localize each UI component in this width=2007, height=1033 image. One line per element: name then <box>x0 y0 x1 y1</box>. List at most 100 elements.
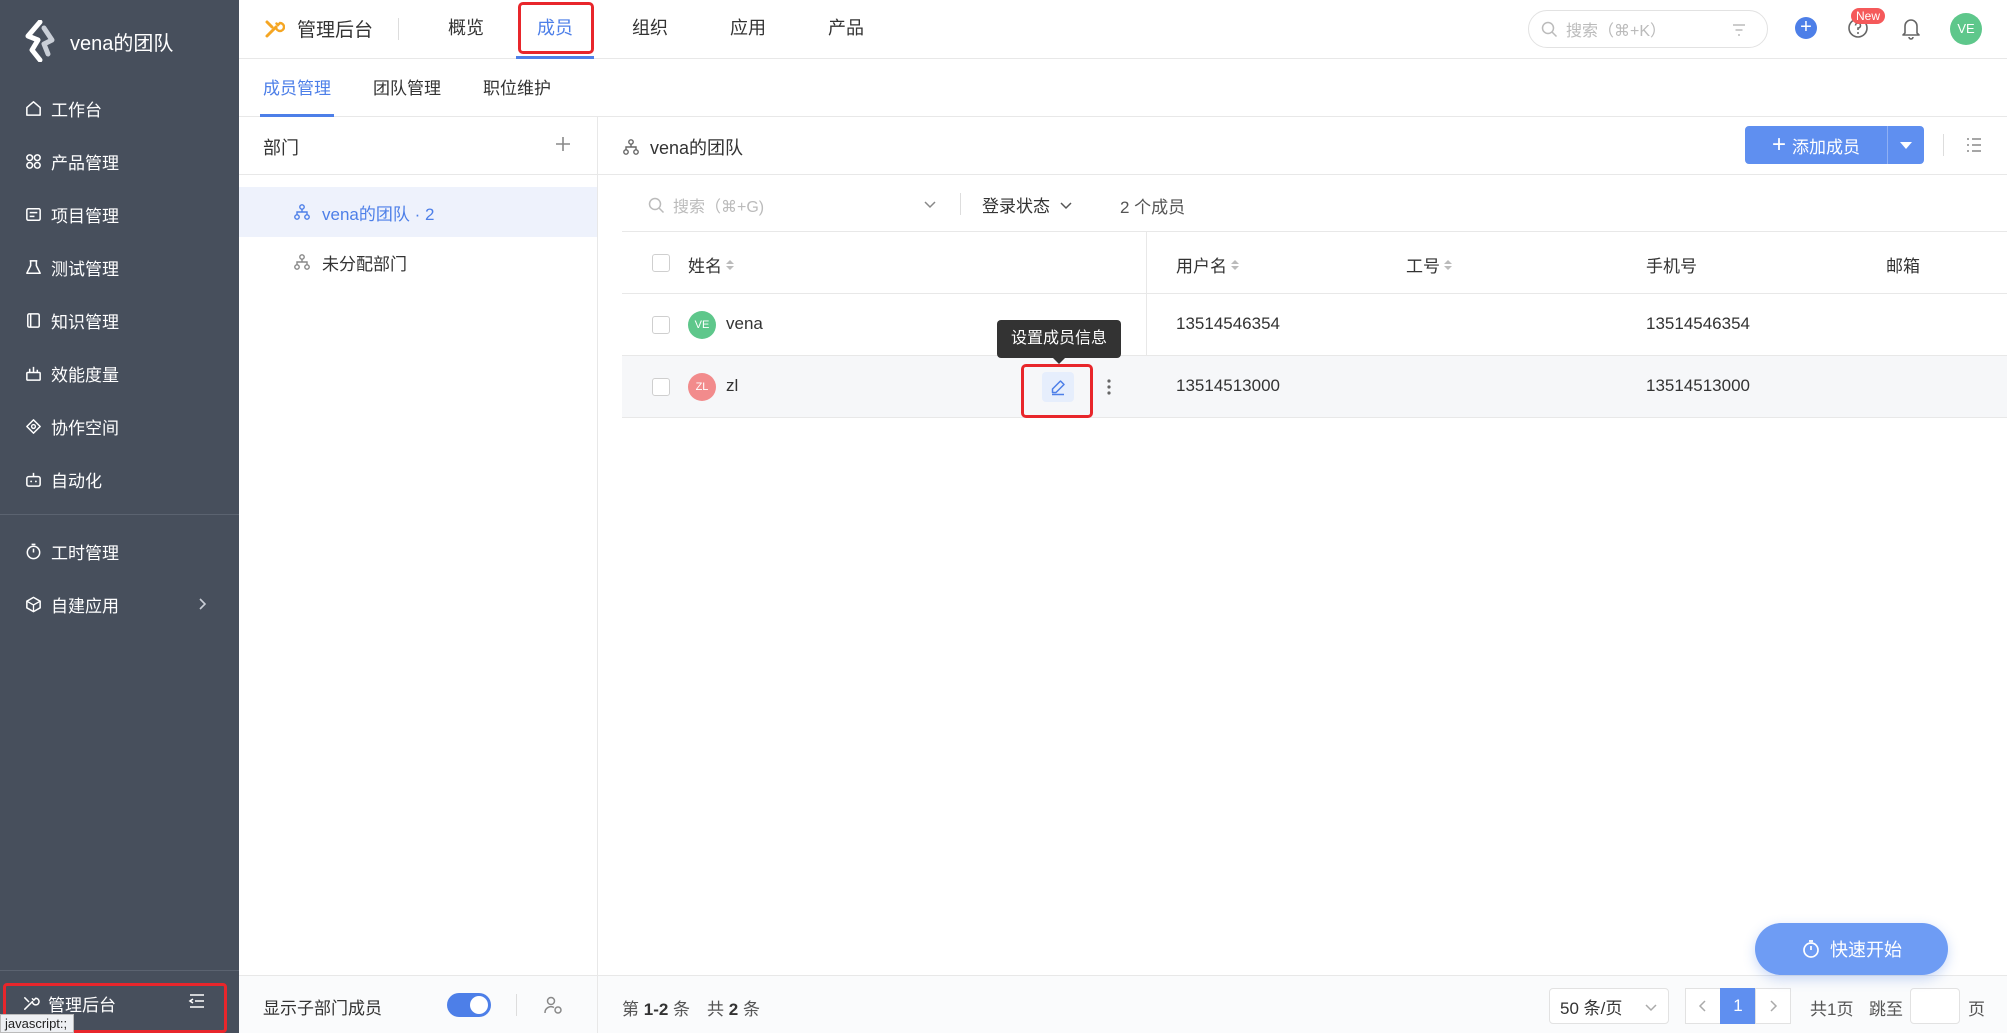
team-name: vena的团队 <box>70 32 174 55</box>
sidebar-item-workbench[interactable]: 工作台 <box>0 82 239 135</box>
column-header-label: 邮箱 <box>1886 257 1920 276</box>
user-settings-icon[interactable] <box>542 994 564 1016</box>
member-username: 13514546354 <box>1176 314 1281 333</box>
brand[interactable]: vena的团队 <box>22 20 173 62</box>
filter-divider <box>960 193 961 215</box>
chevron-right-icon <box>199 598 207 610</box>
project-icon <box>23 205 43 225</box>
table-header: 姓名 用户名 工号 手机号 邮箱 <box>622 232 2007 294</box>
page-size-select[interactable]: 50 条/页 <box>1549 988 1669 1024</box>
sidebar-item-collab[interactable]: 协作空间 <box>0 400 239 453</box>
book-icon <box>23 311 43 331</box>
sidebar-item-label: 工时管理 <box>51 544 119 563</box>
grid-icon <box>23 152 43 172</box>
admin-console-label: 管理后台 <box>48 996 116 1015</box>
jump-to-suffix: 页 <box>1968 1000 1985 1019</box>
subtab-team-management[interactable]: 团队管理 <box>373 59 441 117</box>
global-search-input[interactable]: 搜索（⌘+K） <box>1528 10 1768 48</box>
add-member-dropdown[interactable] <box>1888 141 1924 149</box>
sort-icon <box>726 259 734 270</box>
prev-page-button[interactable] <box>1685 988 1721 1024</box>
member-name: zl <box>726 376 739 395</box>
column-header-username[interactable]: 用户名 <box>1176 252 1239 277</box>
chevron-right-icon <box>1770 1000 1778 1012</box>
sidebar-item-timesheet[interactable]: 工时管理 <box>0 525 239 578</box>
add-member-button[interactable]: + 添加成员 <box>1745 126 1924 164</box>
tab-products[interactable]: 产品 <box>816 0 876 59</box>
brand-logo-icon <box>25 20 55 62</box>
subtab-label: 成员管理 <box>263 79 331 98</box>
sidebar-divider <box>0 514 239 515</box>
tools-icon <box>265 20 285 37</box>
sidebar-item-metrics[interactable]: 效能度量 <box>0 347 239 400</box>
show-sub-dept-toggle[interactable] <box>447 993 491 1017</box>
tab-overview[interactable]: 概览 <box>436 0 496 59</box>
collapse-sidebar-icon[interactable] <box>187 991 207 1011</box>
create-icon[interactable]: + <box>1795 17 1817 39</box>
select-all-checkbox[interactable] <box>652 254 670 272</box>
sidebar-item-label: 项目管理 <box>51 207 119 226</box>
view-divider <box>1943 134 1944 156</box>
department-divider <box>239 174 598 175</box>
chart-icon <box>23 364 43 384</box>
user-avatar[interactable]: VE <box>1950 13 1982 45</box>
cube-icon <box>23 595 43 615</box>
sidebar-item-label: 协作空间 <box>51 419 119 438</box>
department-item-team[interactable]: vena的团队 · 2 <box>239 187 597 237</box>
table-row[interactable]: ZL zl 13514513000 13514513000 <box>622 356 2007 418</box>
row-checkbox[interactable] <box>652 316 670 334</box>
tab-label: 概览 <box>448 18 484 38</box>
sidebar-item-project[interactable]: 项目管理 <box>0 188 239 241</box>
pagination-info: 第 1-2 条 共 2 条 <box>622 995 760 1020</box>
bell-icon[interactable] <box>1900 16 1922 40</box>
add-member-main[interactable]: + 添加成员 <box>1745 126 1888 164</box>
add-member-label: 添加成员 <box>1792 137 1860 157</box>
subtab-position-maintenance[interactable]: 职位维护 <box>483 59 551 117</box>
list-view-icon[interactable] <box>1964 135 1984 155</box>
sidebar-item-testing[interactable]: 测试管理 <box>0 241 239 294</box>
member-count: 2 个成员 <box>1120 198 1186 217</box>
column-header-label: 工号 <box>1406 257 1440 276</box>
add-department-icon[interactable] <box>553 134 573 154</box>
department-panel: 部门 vena的团队 · 2 未分配部门 显示子部门成员 <box>239 117 598 1033</box>
department-item-unassigned[interactable]: 未分配部门 <box>239 237 597 287</box>
admin-console-link[interactable]: 管理后台 <box>21 991 116 1016</box>
member-search-input[interactable]: 搜索（⌘+G) <box>648 193 764 217</box>
more-options-icon[interactable] <box>1105 375 1113 399</box>
page-button-current[interactable]: 1 <box>1720 988 1756 1024</box>
sub-tabs: 成员管理 团队管理 职位维护 <box>239 59 2007 117</box>
top-header: 管理后台 概览 成员 组织 应用 产品 搜索（⌘+K） + New VE <box>239 0 2007 59</box>
main-title-text: vena的团队 <box>650 138 744 158</box>
edit-button-highlight-box <box>1021 364 1093 418</box>
subtab-member-management[interactable]: 成员管理 <box>260 59 334 117</box>
column-header-label: 手机号 <box>1646 257 1697 276</box>
sidebar-item-knowledge[interactable]: 知识管理 <box>0 294 239 347</box>
next-page-button[interactable] <box>1755 988 1791 1024</box>
sidebar-item-product[interactable]: 产品管理 <box>0 135 239 188</box>
login-status-filter[interactable]: 登录状态 <box>982 192 1074 217</box>
filter-bar: 搜索（⌘+G) 登录状态 2 个成员 <box>622 175 2007 232</box>
search-icon <box>648 197 665 213</box>
pager-range: 1-2 <box>643 1000 669 1019</box>
sort-icon <box>1231 259 1239 270</box>
sidebar-item-label: 效能度量 <box>51 366 119 385</box>
tab-organization[interactable]: 组织 <box>620 0 680 59</box>
tab-label: 组织 <box>632 18 668 38</box>
jump-to-page-input[interactable] <box>1910 988 1960 1024</box>
row-checkbox[interactable] <box>652 378 670 396</box>
sidebar-item-label: 测试管理 <box>51 260 119 279</box>
column-header-employee-id[interactable]: 工号 <box>1406 252 1452 277</box>
filter-icon[interactable] <box>1731 22 1747 38</box>
member-username: 13514513000 <box>1176 376 1281 395</box>
quick-start-button[interactable]: 快速开始 <box>1755 923 1948 975</box>
sidebar-item-automation[interactable]: 自动化 <box>0 453 239 506</box>
column-header-name[interactable]: 姓名 <box>688 252 734 277</box>
login-status-label: 登录状态 <box>982 197 1050 216</box>
table-row[interactable]: VE vena 13514546354 13514546354 <box>622 294 2007 356</box>
main-title: vena的团队 <box>622 134 743 160</box>
chevron-down-icon[interactable] <box>922 196 938 212</box>
header-divider <box>398 18 399 40</box>
sidebar: vena的团队 工作台 产品管理 项目管理 测试管理 知识管理 效能度量 协作空… <box>0 0 239 1033</box>
tab-apps[interactable]: 应用 <box>718 0 778 59</box>
sidebar-item-custom-apps[interactable]: 自建应用 <box>0 578 239 631</box>
